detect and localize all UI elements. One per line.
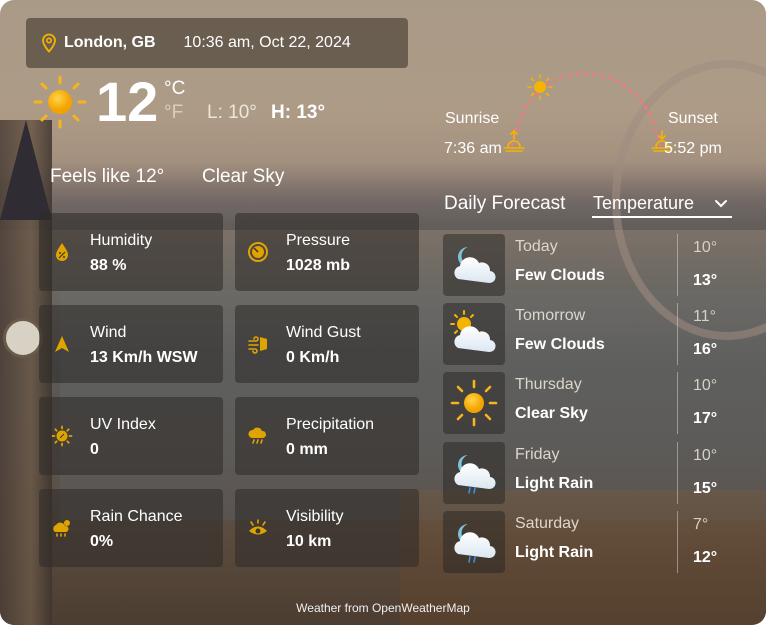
night-rain-cloud-icon (454, 455, 496, 494)
humidity-drop-icon (56, 243, 68, 261)
forecast-day: Friday (515, 446, 560, 463)
location-bar: London, GB 10:36 am, Oct 22, 2024 (26, 18, 408, 68)
forecast-divider (677, 442, 678, 504)
forecast-divider (677, 511, 678, 573)
forecast-high: 12° (693, 549, 718, 566)
forecast-icon-box (443, 372, 505, 434)
precipitation-cloud-icon (248, 427, 267, 444)
wind-gust-icon (248, 336, 267, 354)
sunrise-icon (503, 129, 525, 152)
background-clock-face (3, 318, 43, 358)
detail-value: 0 mm (286, 441, 328, 458)
detail-value: 0% (90, 533, 114, 550)
attribution-link[interactable]: Weather from OpenWeatherMap (0, 601, 766, 615)
arc-sun-icon (527, 74, 553, 100)
detail-card-rain-chance: Rain Chance 0% (39, 489, 223, 567)
unit-celsius-toggle[interactable]: °C (164, 78, 185, 100)
night-cloud-icon (454, 247, 496, 284)
detail-card-uv-index: UV Index 0 (39, 397, 223, 475)
feels-like: Feels like 12° (50, 166, 165, 187)
chevron-down-icon (715, 200, 727, 208)
forecast-metric-select[interactable]: Temperature (592, 190, 732, 218)
forecast-high: 15° (693, 480, 718, 497)
forecast-day: Saturday (515, 515, 580, 532)
sun-icon (33, 75, 87, 129)
detail-value: 88 % (90, 257, 127, 274)
forecast-condition: Few Clouds (515, 267, 605, 284)
weather-description: Clear Sky (202, 166, 285, 187)
detail-label: Pressure (286, 232, 351, 249)
forecast-divider (677, 372, 678, 434)
detail-value: 0 Km/h (286, 349, 340, 366)
forecast-condition: Light Rain (515, 544, 594, 561)
forecast-divider (677, 234, 678, 296)
forecast-row-friday: Friday Light Rain 10° 15° (443, 442, 743, 504)
detail-value: 1028 mb (286, 257, 351, 274)
forecast-low: 7° (693, 516, 709, 533)
map-pin-icon (42, 33, 56, 53)
forecast-icon-box (443, 442, 505, 504)
detail-card-precipitation: Precipitation 0 mm (235, 397, 419, 475)
detail-label: Precipitation (286, 416, 375, 433)
forecast-high: 13° (693, 272, 718, 289)
forecast-icon-box (443, 234, 505, 296)
detail-value: 0 (90, 441, 99, 458)
detail-card-wind-gust: Wind Gust 0 Km/h (235, 305, 419, 383)
detail-value: 10 km (286, 533, 332, 550)
forecast-condition: Clear Sky (515, 405, 588, 422)
night-rain-cloud-icon (454, 524, 496, 563)
wind-direction-arrow-icon (55, 336, 69, 352)
background-tower-spire (0, 120, 52, 220)
unit-fahrenheit-toggle[interactable]: °F (164, 102, 183, 124)
sunrise-time: 7:36 am (444, 140, 502, 157)
forecast-metric-value: Temperature (593, 192, 695, 213)
forecast-day: Tomorrow (515, 307, 586, 324)
detail-label: Rain Chance (90, 508, 183, 525)
visibility-eye-icon (249, 519, 267, 535)
forecast-row-saturday: Saturday Light Rain 7° 12° (443, 511, 743, 573)
current-datetime: 10:36 am, Oct 22, 2024 (183, 34, 351, 51)
forecast-low: 11° (693, 308, 717, 325)
forecast-high: 16° (693, 341, 718, 358)
forecast-low: 10° (693, 239, 718, 256)
detail-label: UV Index (90, 416, 156, 433)
sun-arc-path (510, 72, 662, 147)
forecast-day: Thursday (515, 376, 582, 393)
forecast-icon-box (443, 303, 505, 365)
detail-label: Wind Gust (286, 324, 361, 341)
forecast-row-thursday: Thursday Clear Sky 10° 17° (443, 372, 743, 434)
forecast-row-tomorrow: Tomorrow Few Clouds 11° 16° (443, 303, 743, 365)
forecast-day: Today (515, 238, 558, 255)
detail-label: Wind (90, 324, 127, 341)
forecast-low: 10° (693, 377, 718, 394)
sunset-time: 5:52 pm (664, 140, 722, 157)
forecast-condition: Few Clouds (515, 336, 605, 353)
forecast-icon-box (443, 511, 505, 573)
forecast-low: 10° (693, 447, 718, 464)
rain-chance-cloud-icon (53, 520, 70, 537)
sun-cloud-icon (450, 310, 496, 353)
daily-forecast-title: Daily Forecast (444, 193, 566, 214)
uv-sun-icon (51, 425, 73, 447)
forecast-divider (677, 303, 678, 365)
low-temperature: L: 10° (207, 102, 257, 123)
detail-card-visibility: Visibility 10 km (235, 489, 419, 567)
weather-widget: London, GB 10:36 am, Oct 22, 2024 12 °C … (0, 0, 766, 625)
detail-label: Humidity (90, 232, 153, 249)
forecast-condition: Light Rain (515, 475, 594, 492)
location-name: London, GB (64, 34, 156, 51)
detail-card-humidity: Humidity 88 % (39, 213, 223, 291)
sunset-label: Sunset (668, 110, 718, 127)
detail-card-wind: Wind 13 Km/h WSW (39, 305, 223, 383)
detail-card-pressure: Pressure 1028 mb (235, 213, 419, 291)
high-temperature: H: 13° (271, 102, 326, 123)
forecast-row-today: Today Few Clouds 10° 13° (443, 234, 743, 296)
sun-icon (450, 379, 498, 427)
forecast-high: 17° (693, 410, 718, 427)
detail-value: 13 Km/h WSW (90, 349, 198, 366)
pressure-gauge-icon (248, 242, 268, 262)
detail-label: Visibility (286, 508, 344, 525)
current-temperature: 12 (96, 70, 159, 133)
sunrise-label: Sunrise (445, 110, 500, 127)
